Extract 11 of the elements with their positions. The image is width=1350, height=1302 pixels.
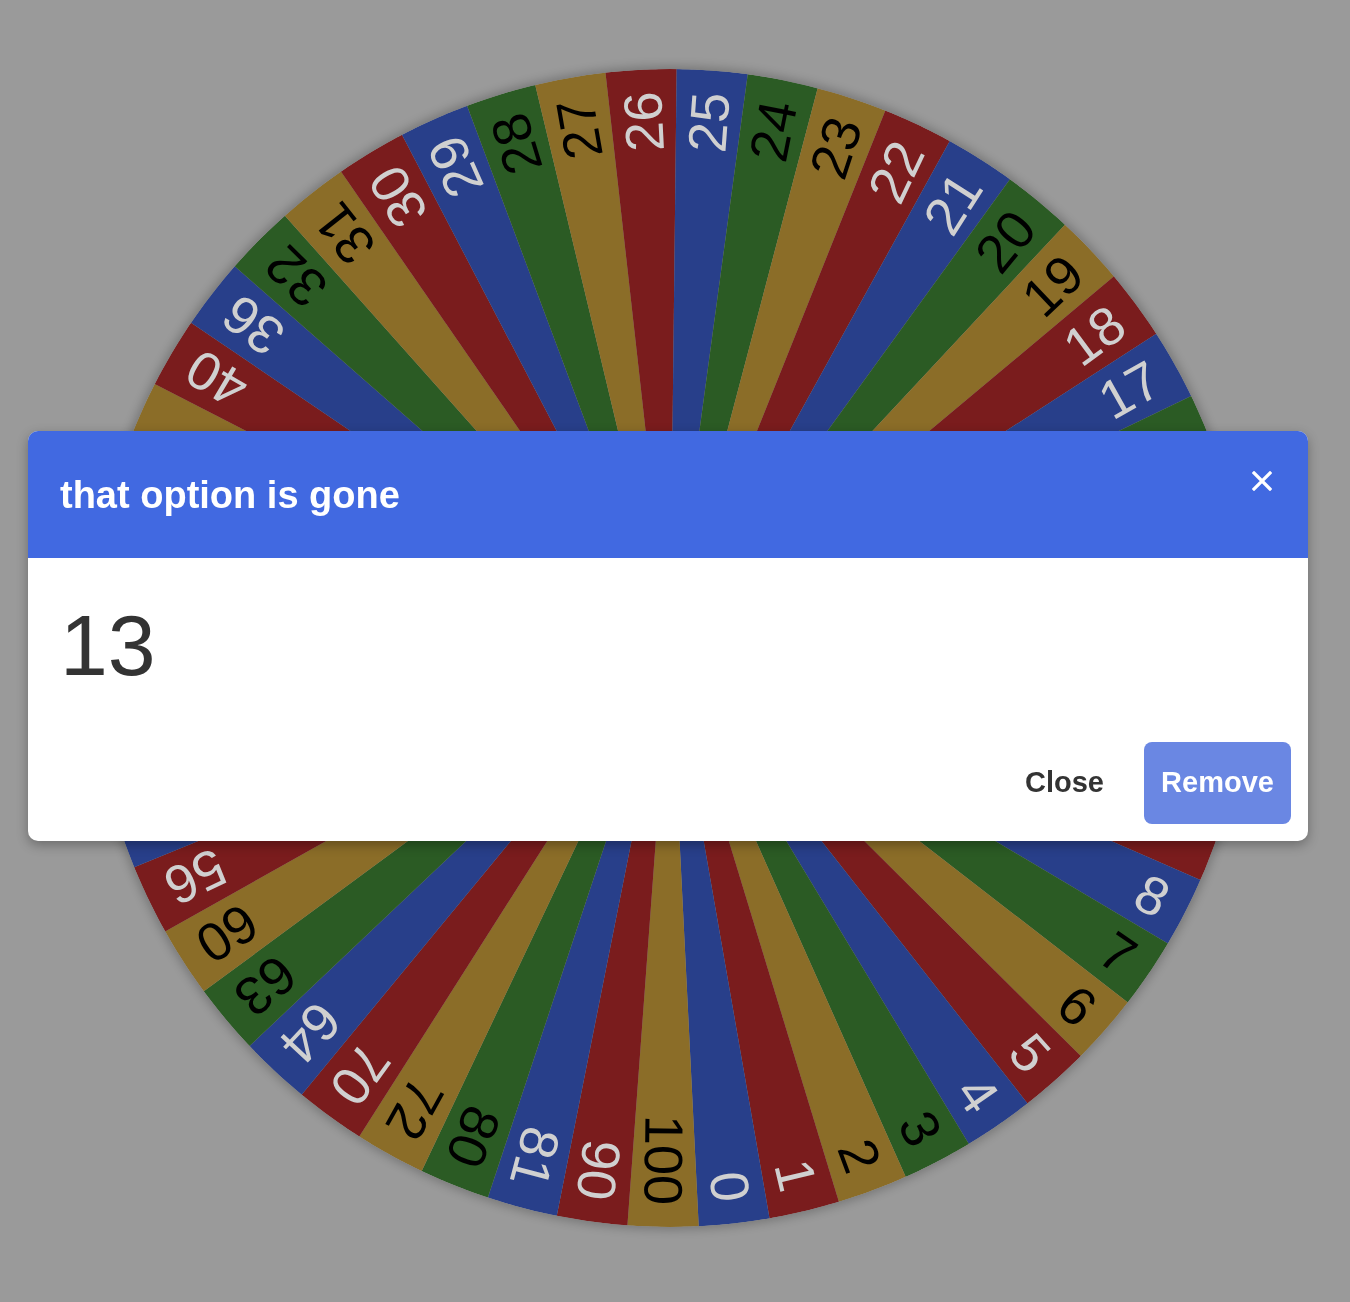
segment-label: 0 [698, 1168, 762, 1205]
option-value: 13 [60, 602, 157, 688]
remove-button[interactable]: Remove [1144, 742, 1291, 824]
close-button[interactable]: Close [1005, 742, 1124, 824]
close-icon [1252, 471, 1272, 491]
segment-label: 1 [763, 1153, 829, 1197]
segment-label: 27 [544, 94, 614, 164]
dialog-title: that option is gone [60, 474, 400, 516]
dialog-close-button[interactable] [1250, 469, 1274, 493]
segment-label: 26 [612, 90, 676, 154]
segment-label: 100 [633, 1114, 695, 1206]
